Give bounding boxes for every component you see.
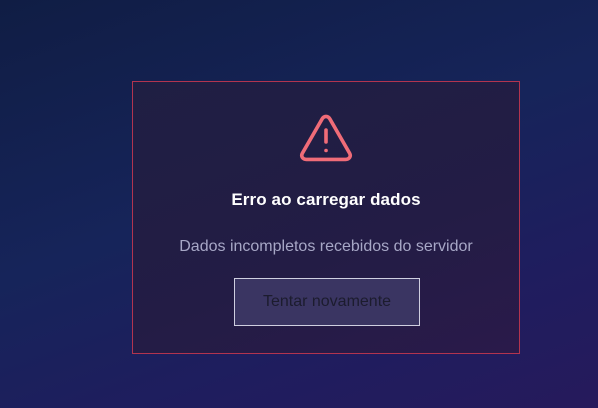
error-title: Erro ao carregar dados — [231, 190, 421, 209]
warning-triangle-icon — [133, 113, 519, 165]
error-card: Erro ao carregar dados Dados incompletos… — [132, 81, 520, 354]
error-message: Dados incompletos recebidos do servidor — [179, 238, 473, 255]
retry-button[interactable]: Tentar novamente — [234, 278, 420, 326]
